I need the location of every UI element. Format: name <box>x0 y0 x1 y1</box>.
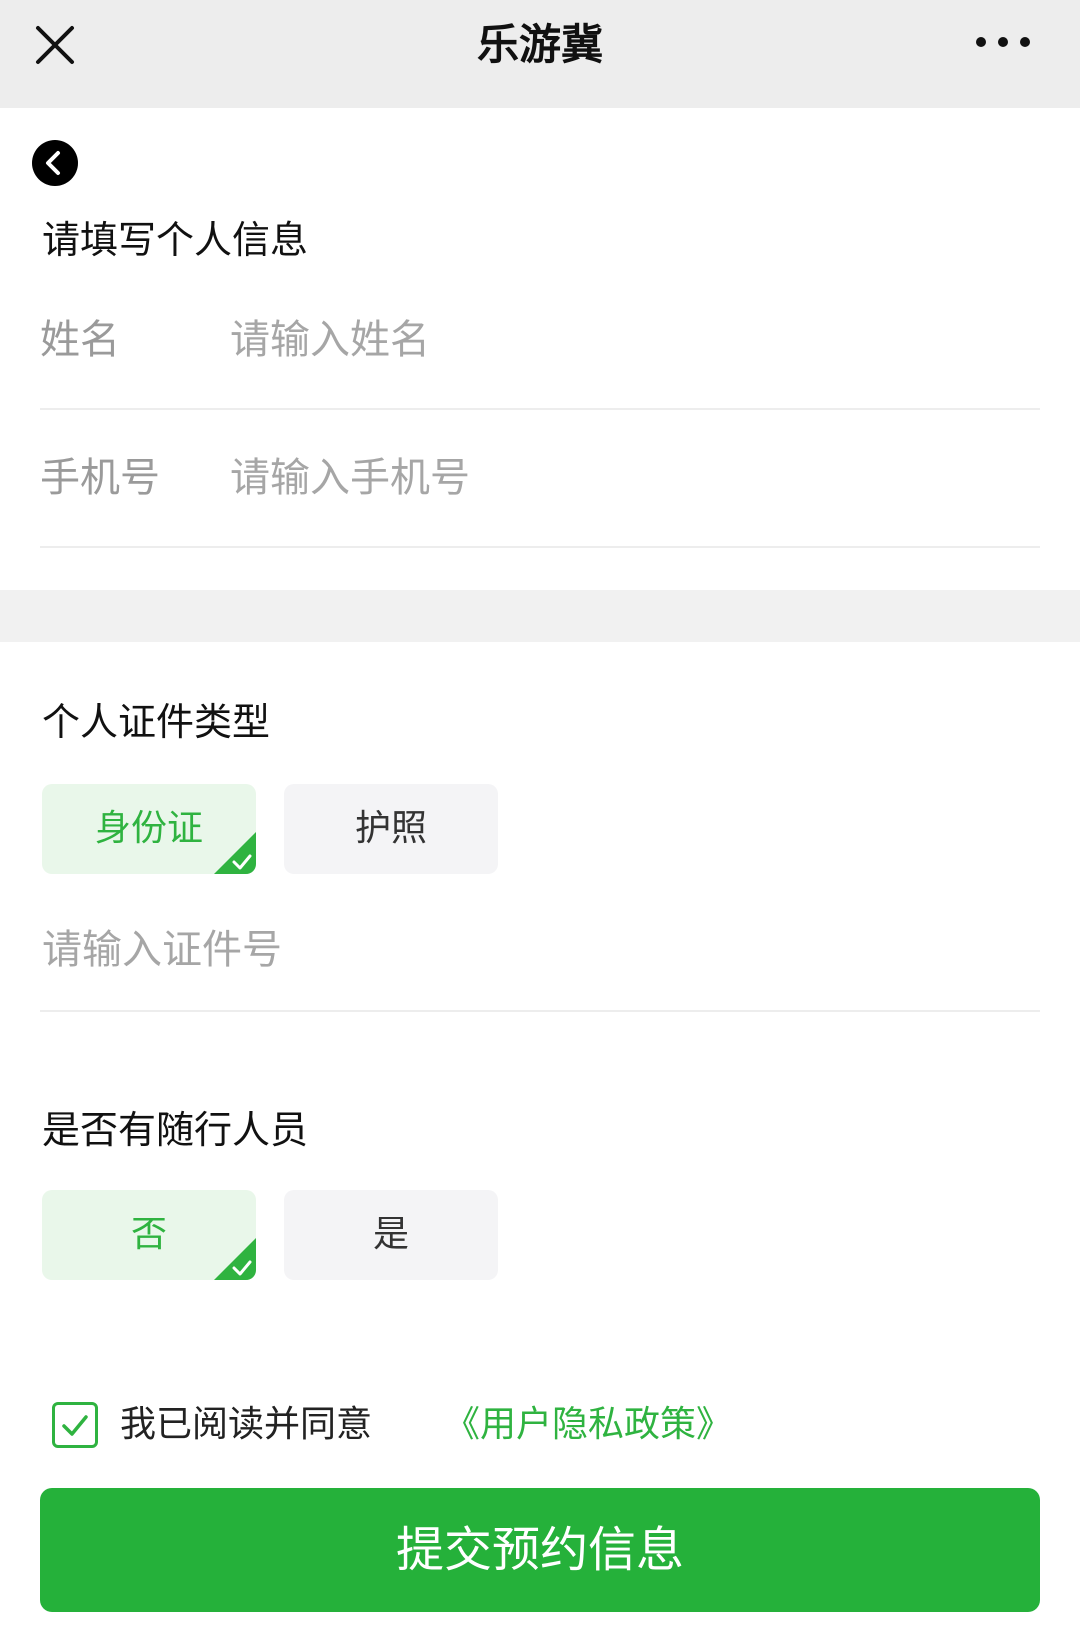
selected-check-icon <box>214 1238 256 1280</box>
submit-button[interactable]: 提交预约信息 <box>40 1488 1040 1612</box>
phone-row: 手机号 <box>40 412 1040 548</box>
companion-title: 是否有随行人员 <box>42 1108 309 1152</box>
companion-option-no-label: 否 <box>130 1214 167 1255</box>
agreement-text: 我已阅读并同意 <box>120 1404 373 1445</box>
top-navbar: 乐游冀 <box>0 0 1080 108</box>
id-option-passport[interactable]: 护照 <box>284 784 498 874</box>
selected-check-icon <box>214 832 256 874</box>
companion-option-yes-label: 是 <box>372 1214 409 1255</box>
id-type-title: 个人证件类型 <box>42 700 271 744</box>
checkmark-icon <box>62 1415 88 1436</box>
companion-option-no[interactable]: 否 <box>42 1190 256 1280</box>
page-title: 乐游冀 <box>476 20 603 69</box>
name-label: 姓名 <box>40 317 120 363</box>
companion-option-yes[interactable]: 是 <box>284 1190 498 1280</box>
id-number-input[interactable] <box>42 920 1002 980</box>
more-dots-icon[interactable] <box>974 34 1034 52</box>
name-row: 姓名 <box>40 274 1040 410</box>
personal-info-title: 请填写个人信息 <box>42 218 309 262</box>
id-number-row <box>40 900 1040 1012</box>
id-option-idcard-label: 身份证 <box>94 808 203 849</box>
id-option-passport-label: 护照 <box>354 808 427 849</box>
phone-input[interactable] <box>230 448 1010 508</box>
back-button[interactable] <box>32 140 78 186</box>
section-divider <box>0 590 1080 642</box>
phone-label: 手机号 <box>40 455 160 501</box>
id-option-idcard[interactable]: 身份证 <box>42 784 256 874</box>
agreement-checkbox[interactable] <box>52 1402 98 1448</box>
name-input[interactable] <box>230 310 1010 370</box>
privacy-policy-link[interactable]: 《用户隐私政策》 <box>444 1400 732 1450</box>
chevron-left-icon <box>46 151 60 175</box>
